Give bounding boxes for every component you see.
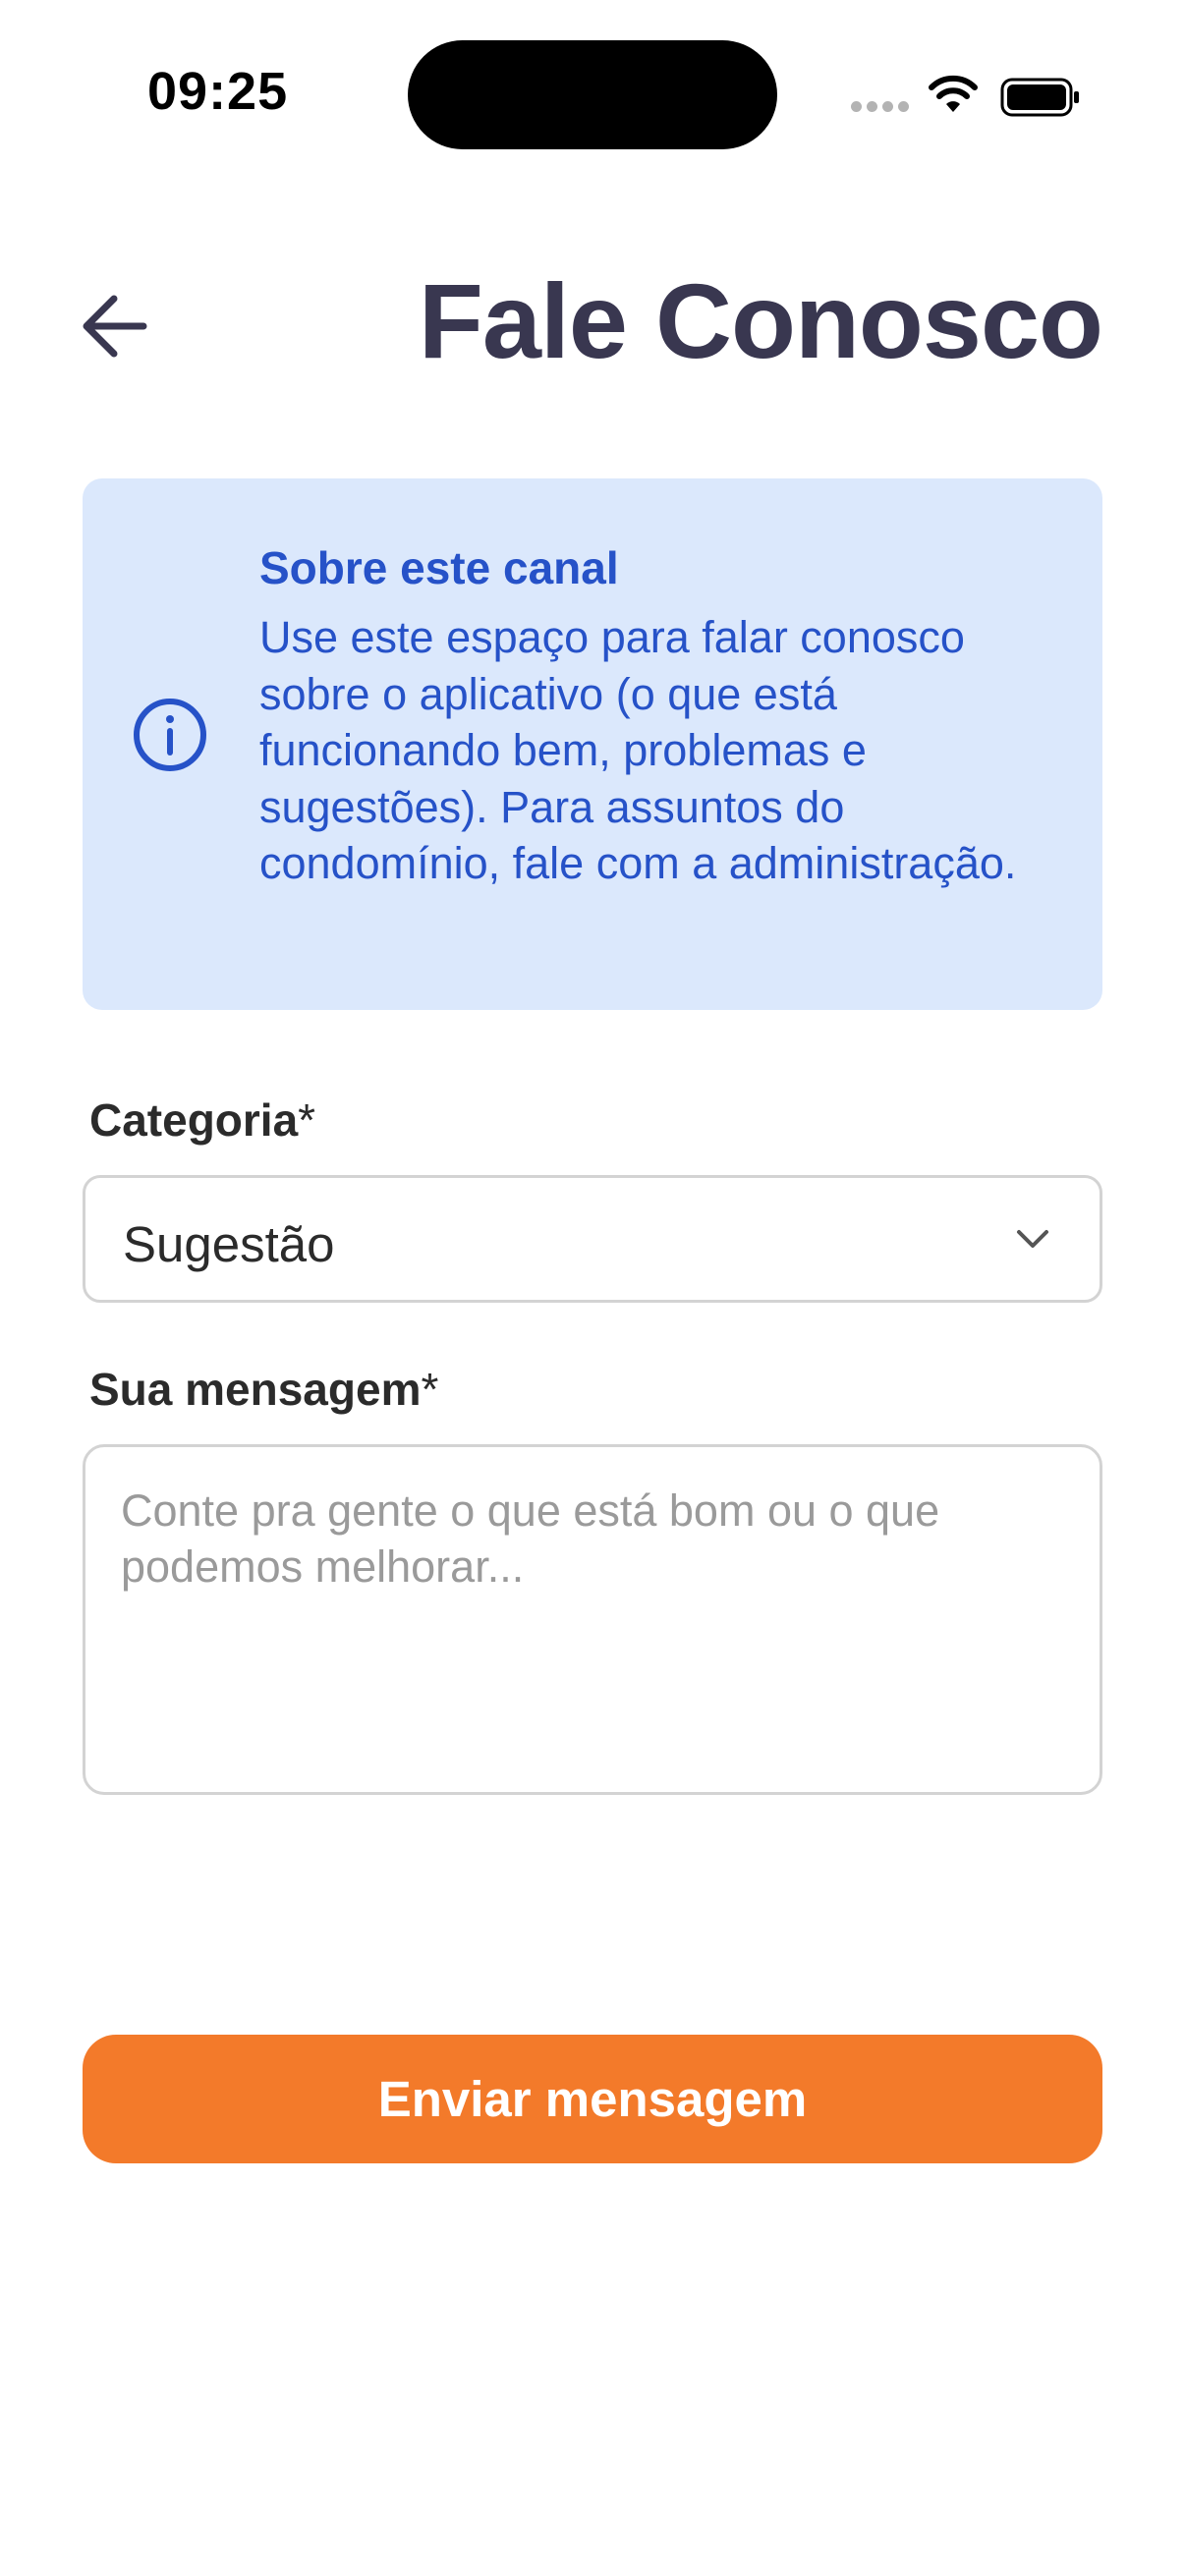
battery-icon — [1000, 78, 1079, 117]
message-textarea[interactable] — [83, 1444, 1102, 1795]
dynamic-island — [408, 40, 777, 149]
status-time: 09:25 — [147, 62, 289, 121]
category-select[interactable]: Sugestão — [83, 1175, 1102, 1303]
category-label: Categoria* — [89, 1093, 315, 1147]
required-mark: * — [421, 1364, 439, 1415]
category-selected-value: Sugestão — [123, 1216, 335, 1272]
info-text: Use este espaço para falar conosco sobre… — [259, 612, 1017, 888]
category-label-text: Categoria — [89, 1094, 299, 1146]
contact-screen: 09:25 Fale Conosco Sobre este canal Use … — [0, 0, 1185, 2576]
info-circle-icon — [134, 699, 206, 771]
cellular-signal-icon — [851, 101, 910, 115]
required-mark: * — [298, 1094, 316, 1146]
chevron-down-icon — [1017, 1230, 1048, 1248]
send-message-button[interactable]: Enviar mensagem — [83, 2035, 1102, 2163]
arrow-left-icon[interactable] — [81, 292, 147, 361]
page-title: Fale Conosco — [418, 261, 1103, 380]
wifi-icon — [929, 75, 978, 112]
info-box: Sobre este canal Use este espaço para fa… — [83, 478, 1102, 1010]
message-label: Sua mensagem* — [89, 1363, 438, 1416]
message-label-text: Sua mensagem — [89, 1364, 422, 1415]
info-title: Sobre este canal — [259, 542, 619, 593]
